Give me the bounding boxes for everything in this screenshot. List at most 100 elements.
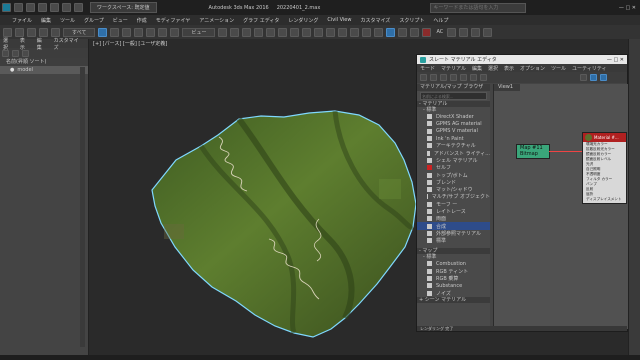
render-production-icon[interactable] [422, 27, 432, 37]
extra-tool-icon-2[interactable] [459, 27, 469, 37]
extra-tool-icon-1[interactable] [447, 27, 457, 37]
eye-icon[interactable]: ● [10, 67, 14, 73]
menu-item[interactable]: カスタマイズ [360, 17, 390, 24]
scene-explorer-tab[interactable]: 表示 [20, 37, 29, 51]
select-tool-icon[interactable] [590, 74, 597, 81]
material-list-item[interactable]: モーフ ー [417, 201, 490, 208]
map-list-item[interactable]: Substance [417, 282, 490, 289]
command-panel-edge[interactable] [628, 39, 640, 355]
layer-icon[interactable] [338, 27, 348, 37]
slate-window-controls[interactable]: — □ ✕ [607, 57, 624, 63]
select-by-name-icon[interactable] [110, 27, 120, 37]
map-list-item[interactable]: ノイズ [417, 290, 490, 297]
material-list-item[interactable]: GPMS V material [417, 128, 490, 135]
reference-coordinate-select[interactable]: ビュー [182, 27, 216, 37]
material-node-header[interactable]: Material #... [583, 133, 626, 142]
bitmap-node[interactable]: Map #11 Bitmap [516, 144, 550, 159]
extra-tool-icon-4[interactable] [483, 27, 493, 37]
slate-menu-item[interactable]: 編集 [472, 65, 482, 72]
schematic-icon[interactable] [374, 27, 384, 37]
material-slot[interactable]: ディスプレイスメント [583, 197, 626, 202]
map-list-item[interactable]: RGB ティント [417, 268, 490, 275]
unlink-icon[interactable] [39, 27, 48, 37]
slate-menu-item[interactable]: 選択 [488, 65, 498, 72]
material-node[interactable]: Material #... 環境光カラー 拡散反射光カラー 鏡面反射カラー 鏡面反射レ… [582, 132, 627, 204]
menu-item[interactable]: ツール [60, 17, 75, 24]
delete-icon[interactable] [440, 74, 447, 81]
material-list-item[interactable]: アーキテクチャル [417, 142, 490, 149]
assign-material-icon[interactable] [430, 74, 437, 81]
spinner-snap-icon[interactable] [290, 27, 300, 37]
keyboard-shortcut-icon[interactable] [242, 27, 252, 37]
map-list-item[interactable]: RGB 乗算 [417, 275, 490, 282]
tree-item-model[interactable]: ● model [0, 66, 88, 74]
material-list-item[interactable]: レイトレース [417, 208, 490, 215]
slate-menu-item[interactable]: ユーティリティ [572, 65, 606, 72]
material-list-item[interactable]: Ink 'n Paint [417, 135, 490, 142]
material-list-item[interactable]: シェル マテリアル [417, 157, 490, 164]
menu-item[interactable]: 作成 [137, 17, 147, 24]
material-list-item[interactable]: マルチ/サブ オブジェクト [417, 193, 490, 200]
redo-tool-icon[interactable] [15, 27, 24, 37]
window-controls[interactable]: — □ ✕ [619, 5, 636, 11]
menu-item[interactable]: グループ [84, 17, 104, 24]
mirror-icon[interactable] [314, 27, 324, 37]
slate-menu-item[interactable]: ツール [551, 65, 566, 72]
render-setup-icon[interactable] [398, 27, 408, 37]
slate-title-bar[interactable]: スレート マテリアル エディタ — □ ✕ [417, 55, 627, 64]
material-list-item[interactable]: GPMS AG material [417, 120, 490, 127]
pan-tool-icon[interactable] [600, 74, 607, 81]
menu-item[interactable]: ヘルプ [433, 17, 448, 24]
slate-menu-item[interactable]: 表示 [504, 65, 514, 72]
undo-tool-icon[interactable] [3, 27, 12, 37]
redo-icon[interactable] [62, 3, 71, 12]
menu-item[interactable]: ファイル [12, 17, 32, 24]
display-icon[interactable] [12, 49, 19, 57]
view-tab[interactable]: View1 [494, 84, 520, 91]
scene-materials-section[interactable]: + シーン マテリアル [417, 296, 490, 303]
material-list-item[interactable]: 合成 [417, 222, 490, 230]
material-list-item[interactable]: DirectX Shader [417, 113, 490, 120]
show-background-icon[interactable] [480, 74, 487, 81]
workspace-select[interactable]: ワークスペース: 既定値 [90, 2, 157, 13]
pick-material-icon[interactable] [420, 74, 427, 81]
snaps-toggle-icon[interactable] [254, 27, 264, 37]
rectangular-selection-icon[interactable] [122, 27, 132, 37]
material-list-item[interactable]: ブレンド [417, 179, 490, 186]
scale-icon[interactable] [170, 27, 180, 37]
graphite-icon[interactable] [350, 27, 360, 37]
render-frame-icon[interactable] [410, 27, 420, 37]
undo-icon[interactable] [50, 3, 59, 12]
material-list-item[interactable]: 両面 [417, 215, 490, 222]
app-logo-icon[interactable] [2, 3, 11, 12]
move-children-icon[interactable] [450, 74, 457, 81]
left-scrollbar[interactable] [80, 67, 85, 347]
pivot-icon[interactable] [218, 27, 228, 37]
layout-all-icon[interactable] [580, 74, 587, 81]
align-icon[interactable] [326, 27, 336, 37]
curve-editor-icon[interactable] [362, 27, 372, 37]
menu-item[interactable]: モディファイヤ [156, 17, 191, 24]
menu-item[interactable]: Civil View [327, 17, 351, 23]
material-list-item[interactable]: マット/シャドウ [417, 186, 490, 193]
find-icon[interactable] [22, 49, 29, 57]
scene-explorer-tab[interactable]: 編集 [37, 37, 46, 51]
material-list-item[interactable]: セルフ [417, 164, 490, 171]
material-list-item[interactable]: 標準 [417, 237, 490, 244]
material-editor-icon[interactable] [386, 27, 396, 37]
scene-explorer-tab[interactable]: カスタマイズ [54, 37, 80, 51]
open-file-icon[interactable] [26, 3, 35, 12]
selection-filter-select[interactable]: すべて [63, 27, 96, 37]
window-crossing-icon[interactable] [134, 27, 144, 37]
material-list-item[interactable]: トップ/ボトム [417, 171, 490, 179]
rotate-icon[interactable] [158, 27, 168, 37]
bind-space-warp-icon[interactable] [51, 27, 60, 37]
percent-snap-icon[interactable] [278, 27, 288, 37]
menu-item[interactable]: レンダリング [288, 17, 318, 24]
named-selection-icon[interactable] [302, 27, 312, 37]
slate-menu-item[interactable]: モード [420, 65, 435, 72]
material-list-item[interactable]: 外部参照マテリアル [417, 230, 490, 237]
link-icon[interactable] [27, 27, 36, 37]
extra-tool-icon-3[interactable] [471, 27, 481, 37]
material-list-item[interactable]: アドバンスト ライティ... [417, 149, 490, 157]
